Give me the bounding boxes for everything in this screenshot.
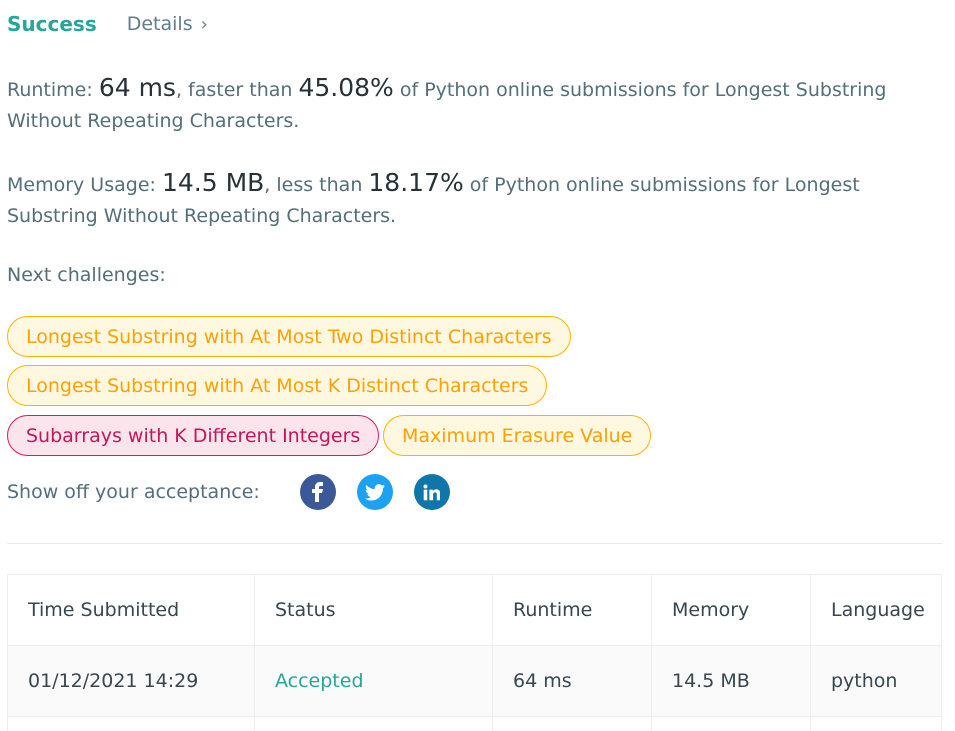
linkedin-icon[interactable] [413, 474, 450, 510]
share-row: Show off your acceptance: [7, 474, 471, 510]
memory-mid: , less than [264, 174, 369, 196]
memory-label: Memory Usage: [7, 174, 162, 196]
cell-runtime: 64 ms [492, 645, 652, 717]
table-header-row: Time Submitted Status Runtime Memory Lan… [7, 574, 942, 646]
column-header-status[interactable]: Status [254, 574, 493, 646]
submissions-table: Time Submitted Status Runtime Memory Lan… [7, 574, 942, 731]
challenge-chip-k-distinct[interactable]: Longest Substring with At Most K Distinc… [7, 365, 548, 406]
twitter-icon[interactable] [356, 474, 393, 510]
chevron-right-icon: › [200, 13, 208, 35]
empty-cell [810, 716, 942, 731]
details-label: Details [126, 13, 193, 35]
runtime-percent: 45.08% [298, 73, 394, 102]
cell-time-submitted: 01/12/2021 14:29 [7, 645, 255, 717]
table-row-partial [7, 716, 942, 731]
column-header-runtime[interactable]: Runtime [492, 574, 652, 646]
table-row: 01/12/2021 14:29 Accepted 64 ms 14.5 MB … [7, 645, 942, 717]
submission-result-page: Success Details › Runtime: 64 ms, faster… [0, 0, 955, 731]
challenge-chip-two-distinct[interactable]: Longest Substring with At Most Two Disti… [7, 316, 571, 357]
details-link[interactable]: Details › [127, 13, 208, 35]
empty-cell [254, 716, 493, 731]
facebook-icon[interactable] [299, 474, 336, 510]
cell-memory: 14.5 MB [651, 645, 811, 717]
runtime-mid: , faster than [175, 79, 299, 101]
memory-value: 14.5 MB [161, 168, 265, 197]
empty-cell [7, 716, 255, 731]
runtime-value: 64 ms [98, 73, 176, 102]
cell-language: python [810, 645, 942, 717]
memory-percent: 18.17% [368, 168, 464, 197]
challenge-chip-maximum-erasure[interactable]: Maximum Erasure Value [383, 415, 652, 456]
runtime-stat: Runtime: 64 ms, faster than 45.08% of Py… [7, 72, 947, 137]
column-header-language[interactable]: Language [810, 574, 942, 646]
column-header-memory[interactable]: Memory [651, 574, 811, 646]
share-label: Show off your acceptance: [7, 481, 260, 503]
challenge-chip-subarrays-k[interactable]: Subarrays with K Different Integers [7, 415, 380, 456]
next-challenges-label: Next challenges: [7, 264, 166, 286]
result-header: Success Details › [7, 12, 208, 36]
status-title: Success [7, 12, 97, 36]
runtime-label: Runtime: [7, 79, 99, 101]
empty-cell [651, 716, 811, 731]
memory-stat: Memory Usage: 14.5 MB, less than 18.17% … [7, 167, 947, 232]
empty-cell [492, 716, 652, 731]
divider [7, 543, 942, 544]
column-header-time-submitted[interactable]: Time Submitted [7, 574, 255, 646]
cell-status-link[interactable]: Accepted [254, 645, 493, 717]
